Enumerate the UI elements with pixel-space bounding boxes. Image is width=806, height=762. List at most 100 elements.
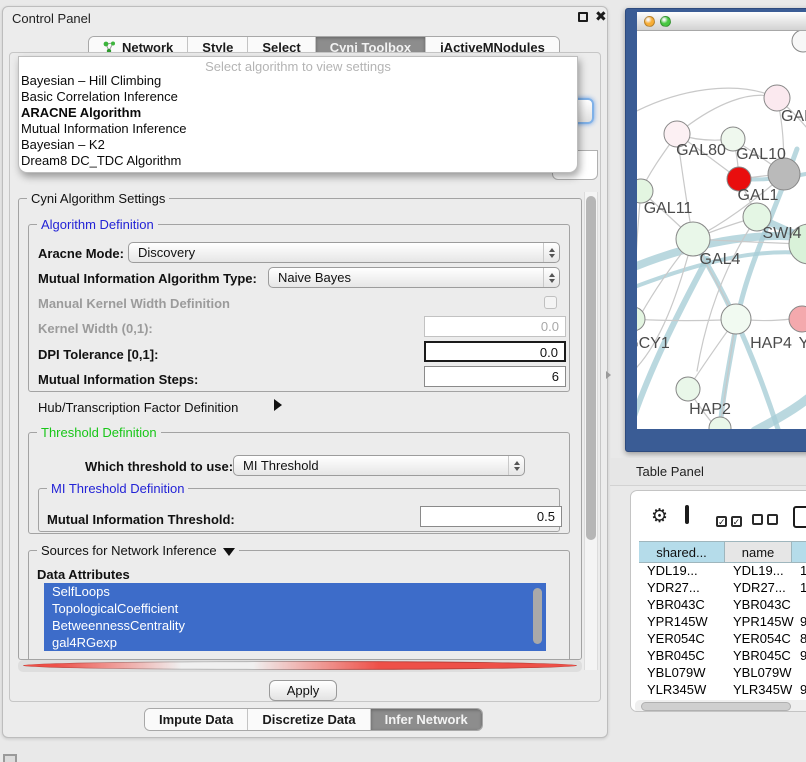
gear-icon[interactable]: ⚙ [651,508,668,526]
table-body: YDL19...YDL19...13YDR27...YDR27...12YBR0… [639,563,806,712]
mi-threshold-label: Mutual Information Threshold: [47,512,235,527]
table-row[interactable]: YDL19...YDL19...13 [639,563,806,580]
attribute-item-topologicalcoefficient[interactable]: TopologicalCoefficient [44,600,546,617]
dpi-tolerance-label: DPI Tolerance [0,1]: [38,347,158,362]
table-cell: YBR045C [647,648,705,663]
deselect-all-columns-icon[interactable] [752,513,778,528]
network-canvas[interactable]: GALGAL80GAL10GAL1GAL11SWI4GAL4GCY1HAP4YH… [637,31,806,429]
collapsed-panel-icon[interactable] [3,754,17,762]
dropdown-option-basic-correlation-inference[interactable]: Basic Correlation Inference [19,89,577,105]
table-cell: YBR043C [733,597,791,612]
attribute-item-gal4rgexp[interactable]: gal4RGexp [44,634,546,651]
mi-type-value: Naive Bayes [278,270,543,285]
close-traffic-light[interactable] [644,16,655,27]
tab-discretize-data[interactable]: Discretize Data [247,709,369,730]
table-row[interactable]: YDR27...YDR27...12 [639,580,806,597]
kernel-width-field[interactable]: 0.0 [424,316,566,337]
table-cell: YPR145W [647,614,708,629]
data-attributes-label: Data Attributes [37,567,130,582]
which-threshold-label: Which threshold to use: [85,459,233,474]
table-cell: 8. [800,631,806,646]
table-cell: 13 [800,563,806,578]
group-title: Threshold Definition [37,425,161,440]
aracne-mode-value: Discovery [138,245,543,260]
table-row[interactable]: YER054CYER054C8. [639,631,806,648]
table-header-row: shared...name [639,541,806,563]
panel-resize-handle[interactable] [606,371,611,379]
dropdown-option-bayesian-k2[interactable]: Bayesian – K2 [19,137,577,153]
columns-icon[interactable] [685,505,689,524]
network-node[interactable] [676,377,700,401]
which-threshold-value: MI Threshold [243,458,508,473]
aracne-mode-select[interactable]: Discovery [128,242,560,263]
attribute-item-selfloops[interactable]: SelfLoops [44,583,546,600]
aracne-mode-label: Aracne Mode: [38,246,124,261]
network-canvas-svg: GALGAL80GAL10GAL1GAL11SWI4GAL4GCY1HAP4YH… [637,31,806,429]
table-panel: ⚙ ✓ ✓ shared...name YDL19...YDL19...13YD… [630,490,806,712]
table-row[interactable]: YLR345WYLR345W9. [639,682,806,699]
table-cell: 12 [800,580,806,595]
manual-kernel-label: Manual Kernel Width Definition [38,296,230,311]
network-node-label: GAL10 [736,146,786,163]
dropdown-option-bayesian-hill-climbing[interactable]: Bayesian – Hill Climbing [19,73,577,89]
column-header-shared[interactable]: shared... [639,541,725,563]
table-cell: YLR345W [647,682,706,697]
list-scrollbar-thumb[interactable] [533,588,542,644]
column-header-name[interactable]: name [725,541,792,563]
float-window-icon[interactable] [578,12,588,22]
table-cell: YPR145W [733,614,794,629]
table-cell: YLR345W [733,682,792,697]
apply-button[interactable]: Apply [269,680,337,701]
table-row[interactable]: YPR145WYPR145W9. [639,614,806,631]
network-node[interactable] [709,417,731,429]
dropdown-option-mutual-information-inference[interactable]: Mutual Information Inference [19,121,577,137]
new-table-icon[interactable] [793,506,806,528]
group-title: Sources for Network Inference [37,543,239,558]
combo-arrows-icon [543,268,559,287]
table-row[interactable]: YBR043CYBR043C [639,597,806,614]
network-node[interactable] [792,31,806,52]
tab-infer-network[interactable]: Infer Network [370,709,482,730]
mi-type-select[interactable]: Naive Bayes [268,267,560,288]
attribute-item-betweennesscentrality[interactable]: BetweennessCentrality [44,617,546,634]
manual-kernel-checkbox[interactable] [544,296,557,309]
mi-threshold-field[interactable]: 0.5 [420,506,562,527]
dropdown-option-aracne-algorithm[interactable]: ARACNE Algorithm [19,105,577,121]
table-cell: 9. [800,648,806,663]
network-node-label: GAL80 [676,142,726,159]
table-cell: YBL079W [733,665,792,680]
group-title: Cyni Algorithm Settings [27,191,169,206]
table-panel-title: Table Panel [636,464,704,479]
table-cell: YBR045C [733,648,791,663]
mi-steps-field[interactable]: 6 [424,366,566,387]
table-hscrollbar-thumb[interactable] [641,702,791,711]
network-node-label: HAP4 [750,335,792,352]
settings-vscrollbar-thumb[interactable] [586,196,596,540]
which-threshold-select[interactable]: MI Threshold [233,455,525,476]
zoom-traffic-light[interactable] [676,16,687,27]
network-node-label: GCY1 [637,335,670,352]
control-panel-title: Control Panel [12,11,91,26]
disclosure-arrow-icon[interactable] [274,399,282,411]
network-node[interactable] [789,306,806,332]
close-panel-icon[interactable]: ✖ [595,8,607,25]
settings-hscrollbar-thumb[interactable] [23,661,577,670]
dropdown-placeholder: Select algorithm to view settings [19,57,577,73]
minimize-traffic-light[interactable] [660,16,671,27]
table-cell: YER054C [733,631,791,646]
dropdown-option-dream8-dc-tdc-algorithm[interactable]: Dream8 DC_TDC Algorithm [19,153,577,169]
table-row[interactable]: YBL079WYBL079W [639,665,806,682]
tab-label: Discretize Data [262,712,355,727]
network-node-label: GAL11 [644,200,693,217]
dpi-tolerance-field[interactable]: 0.0 [424,341,566,362]
table-row[interactable]: YBR045C YBR045C 9. [639,648,806,665]
screen: Control Panel ✖ NetworkStyleSelectCyni T… [0,0,806,762]
tab-label: Infer Network [385,712,468,727]
network-node[interactable] [721,304,751,334]
network-node[interactable] [637,307,645,331]
column-header-col2[interactable] [792,541,806,563]
tab-impute-data[interactable]: Impute Data [145,709,247,730]
select-all-columns-icon[interactable]: ✓ ✓ [716,513,742,528]
table-cell: YDL19... [733,563,784,578]
cp-bottom-tab-bar: Impute Data Discretize Data Infer Network [144,708,483,731]
